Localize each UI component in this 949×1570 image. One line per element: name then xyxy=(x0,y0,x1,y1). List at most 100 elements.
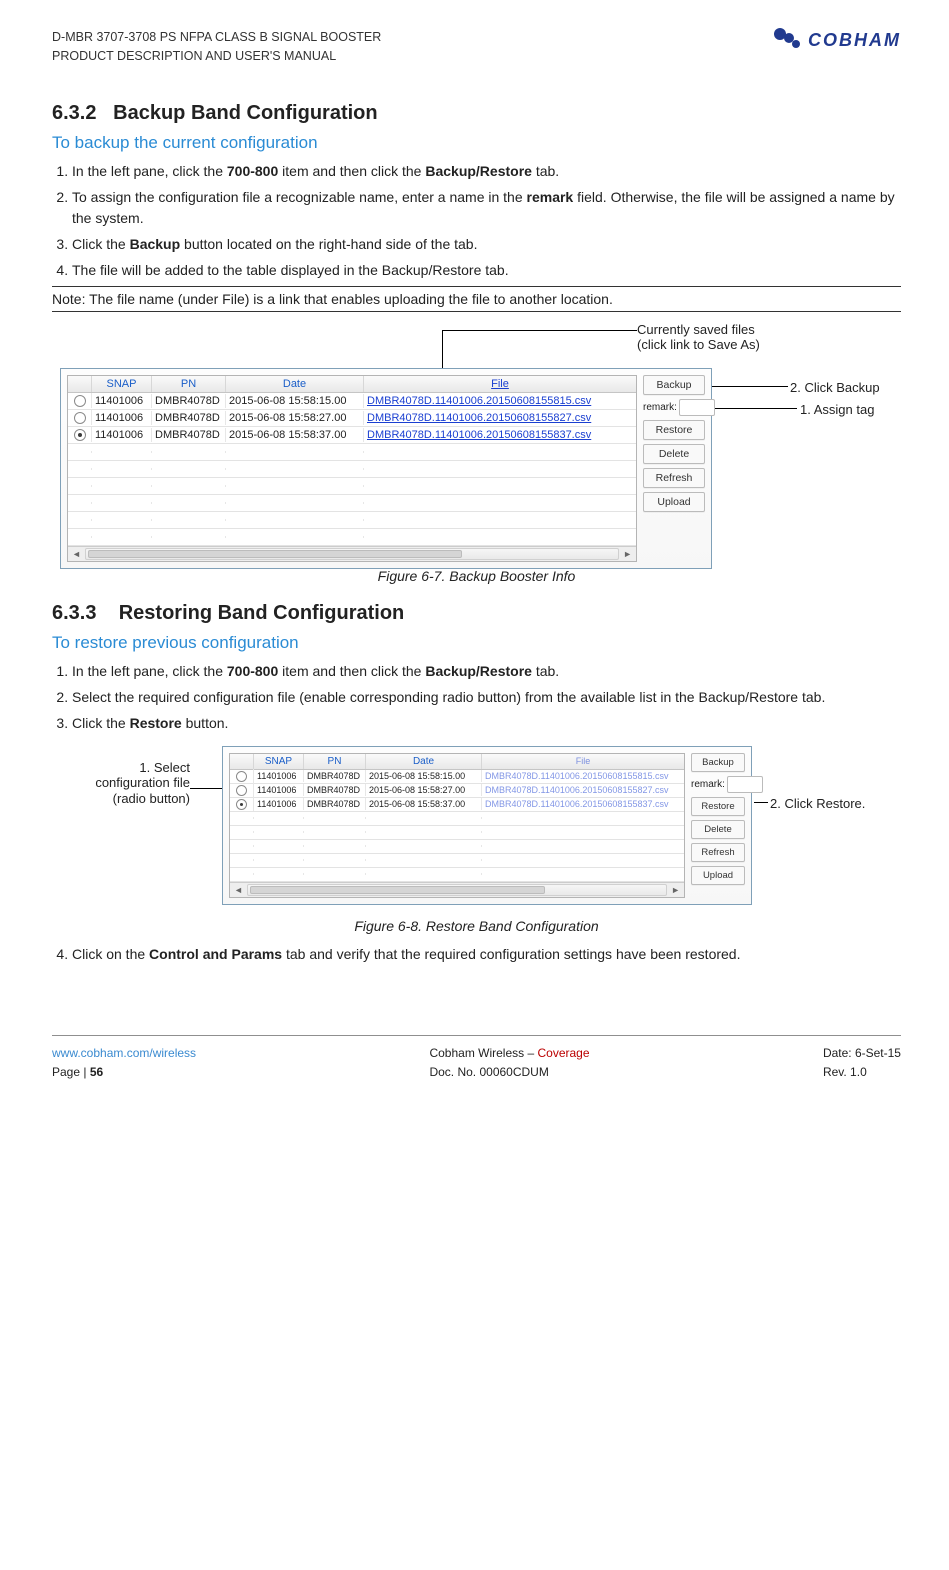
grid-header-radio xyxy=(230,754,254,769)
row-radio[interactable] xyxy=(230,783,254,796)
row-date: 2015-06-08 15:58:37.00 xyxy=(366,798,482,810)
row-date: 2015-06-08 15:58:15.00 xyxy=(226,394,364,408)
row-radio[interactable] xyxy=(230,769,254,782)
annot-click-backup: 2. Click Backup xyxy=(790,380,880,396)
remark-input[interactable] xyxy=(727,776,763,793)
restore-subhead: To restore previous configuration xyxy=(52,633,901,653)
row-snap: 11401006 xyxy=(92,428,152,442)
scrollbar-thumb[interactable] xyxy=(250,886,545,894)
annot-saved-files: Currently saved files (click link to Sav… xyxy=(637,322,760,353)
delete-button[interactable]: Delete xyxy=(643,444,705,464)
grid-header-row: SNAP PN Date File xyxy=(230,754,684,770)
restore-steps-list: In the left pane, click the 700-800 item… xyxy=(52,661,901,734)
grid-row[interactable]: 11401006DMBR4078D2015-06-08 15:58:27.00D… xyxy=(68,410,636,427)
row-pn: DMBR4078D xyxy=(152,428,226,442)
footer-left: www.cobham.com/wireless Page | 56 xyxy=(52,1044,196,1082)
grid-row[interactable]: 11401006DMBR4078D2015-06-08 15:58:37.00D… xyxy=(68,427,636,444)
refresh-button[interactable]: Refresh xyxy=(691,843,745,862)
grid-row[interactable]: 11401006DMBR4078D2015-06-08 15:58:15.00D… xyxy=(68,393,636,410)
section-title: Restoring Band Configuration xyxy=(119,602,405,624)
grid-header-pn[interactable]: PN xyxy=(304,754,366,769)
row-snap: 11401006 xyxy=(92,411,152,425)
section-6-3-3-heading: 6.3.3 Restoring Band Configuration xyxy=(52,602,901,625)
restore-step-2: Select the required configuration file (… xyxy=(72,687,901,708)
restore-button[interactable]: Restore xyxy=(643,420,705,440)
row-radio[interactable] xyxy=(68,410,92,424)
cobham-logo-text: COBHAM xyxy=(808,30,901,51)
remark-input[interactable] xyxy=(679,399,715,416)
row-file-link[interactable]: DMBR4078D.11401006.20150608155837.csv xyxy=(482,798,684,810)
horizontal-scrollbar[interactable]: ◄ ► xyxy=(68,546,636,561)
scrollbar-track[interactable] xyxy=(247,884,667,896)
page-header: D-MBR 3707-3708 PS NFPA CLASS B SIGNAL B… xyxy=(52,28,901,66)
restore-panel: SNAP PN Date File 11401006DMBR4078D2015-… xyxy=(222,746,752,905)
restore-step-4: Click on the Control and Params tab and … xyxy=(72,944,901,965)
annot-select-config: 1. Select configuration file (radio butt… xyxy=(80,760,190,807)
row-file-link[interactable]: DMBR4078D.11401006.20150608155815.csv xyxy=(482,770,684,782)
row-radio[interactable] xyxy=(68,393,92,407)
row-file-link[interactable]: DMBR4078D.11401006.20150608155827.csv xyxy=(482,784,684,796)
grid-header-radio xyxy=(68,376,92,392)
grid-header-file[interactable]: File xyxy=(364,376,636,392)
scroll-left-icon[interactable]: ◄ xyxy=(234,885,243,895)
grid-row-empty xyxy=(68,461,636,478)
grid-row-empty xyxy=(68,478,636,495)
row-radio[interactable] xyxy=(68,427,92,441)
row-radio[interactable] xyxy=(230,797,254,810)
header-text: D-MBR 3707-3708 PS NFPA CLASS B SIGNAL B… xyxy=(52,28,381,66)
grid-row-empty xyxy=(230,854,684,868)
grid-header-file[interactable]: File xyxy=(482,754,684,769)
grid-row[interactable]: 11401006DMBR4078D2015-06-08 15:58:15.00D… xyxy=(230,770,684,784)
grid-row-empty xyxy=(68,512,636,529)
upload-button[interactable]: Upload xyxy=(691,866,745,885)
row-pn: DMBR4078D xyxy=(304,798,366,810)
annot-assign-tag: 1. Assign tag xyxy=(800,402,874,418)
footer-rev: Rev. 1.0 xyxy=(823,1063,901,1082)
backup-step-3: Click the Backup button located on the r… xyxy=(72,234,901,255)
remark-row: remark: xyxy=(643,399,705,416)
restore-button[interactable]: Restore xyxy=(691,797,745,816)
row-date: 2015-06-08 15:58:37.00 xyxy=(226,428,364,442)
backup-button[interactable]: Backup xyxy=(643,375,705,395)
footer-page: Page | 56 xyxy=(52,1063,196,1082)
grid-header-snap[interactable]: SNAP xyxy=(92,376,152,392)
grid-header-date[interactable]: Date xyxy=(366,754,482,769)
section-num: 6.3.3 xyxy=(52,602,96,624)
scroll-right-icon[interactable]: ► xyxy=(623,549,632,559)
delete-button[interactable]: Delete xyxy=(691,820,745,839)
backup-side-buttons: Backup remark: Restore Delete Refresh Up… xyxy=(643,375,705,562)
grid-row[interactable]: 11401006DMBR4078D2015-06-08 15:58:27.00D… xyxy=(230,784,684,798)
grid-row-empty xyxy=(230,812,684,826)
row-file-link[interactable]: DMBR4078D.11401006.20150608155837.csv xyxy=(364,428,636,442)
horizontal-scrollbar[interactable]: ◄ ► xyxy=(230,882,684,897)
backup-button[interactable]: Backup xyxy=(691,753,745,772)
backup-step-4: The file will be added to the table disp… xyxy=(72,260,901,281)
grid-header-date[interactable]: Date xyxy=(226,376,364,392)
scroll-right-icon[interactable]: ► xyxy=(671,885,680,895)
footer-center: Cobham Wireless – Coverage Doc. No. 0006… xyxy=(429,1044,589,1082)
row-date: 2015-06-08 15:58:15.00 xyxy=(366,770,482,782)
restore-grid[interactable]: SNAP PN Date File 11401006DMBR4078D2015-… xyxy=(229,753,685,898)
scrollbar-track[interactable] xyxy=(85,548,619,560)
grid-row-empty xyxy=(230,826,684,840)
section-num: 6.3.2 xyxy=(52,102,96,124)
grid-header-row: SNAP PN Date File xyxy=(68,376,636,393)
row-date: 2015-06-08 15:58:27.00 xyxy=(366,784,482,796)
backup-note: Note: The file name (under File) is a li… xyxy=(52,286,901,312)
grid-header-snap[interactable]: SNAP xyxy=(254,754,304,769)
footer-url: www.cobham.com/wireless xyxy=(52,1044,196,1063)
row-date: 2015-06-08 15:58:27.00 xyxy=(226,411,364,425)
row-pn: DMBR4078D xyxy=(304,770,366,782)
grid-header-pn[interactable]: PN xyxy=(152,376,226,392)
annot-click-restore: 2. Click Restore. xyxy=(770,796,865,812)
upload-button[interactable]: Upload xyxy=(643,492,705,512)
grid-row[interactable]: 11401006DMBR4078D2015-06-08 15:58:37.00D… xyxy=(230,798,684,812)
scroll-left-icon[interactable]: ◄ xyxy=(72,549,81,559)
scrollbar-thumb[interactable] xyxy=(88,550,463,558)
refresh-button[interactable]: Refresh xyxy=(643,468,705,488)
row-file-link[interactable]: DMBR4078D.11401006.20150608155815.csv xyxy=(364,394,636,408)
backup-grid[interactable]: SNAP PN Date File 11401006DMBR4078D2015-… xyxy=(67,375,637,562)
row-file-link[interactable]: DMBR4078D.11401006.20150608155827.csv xyxy=(364,411,636,425)
footer-date: Date: 6-Set-15 xyxy=(823,1044,901,1063)
grid-row-empty xyxy=(68,495,636,512)
